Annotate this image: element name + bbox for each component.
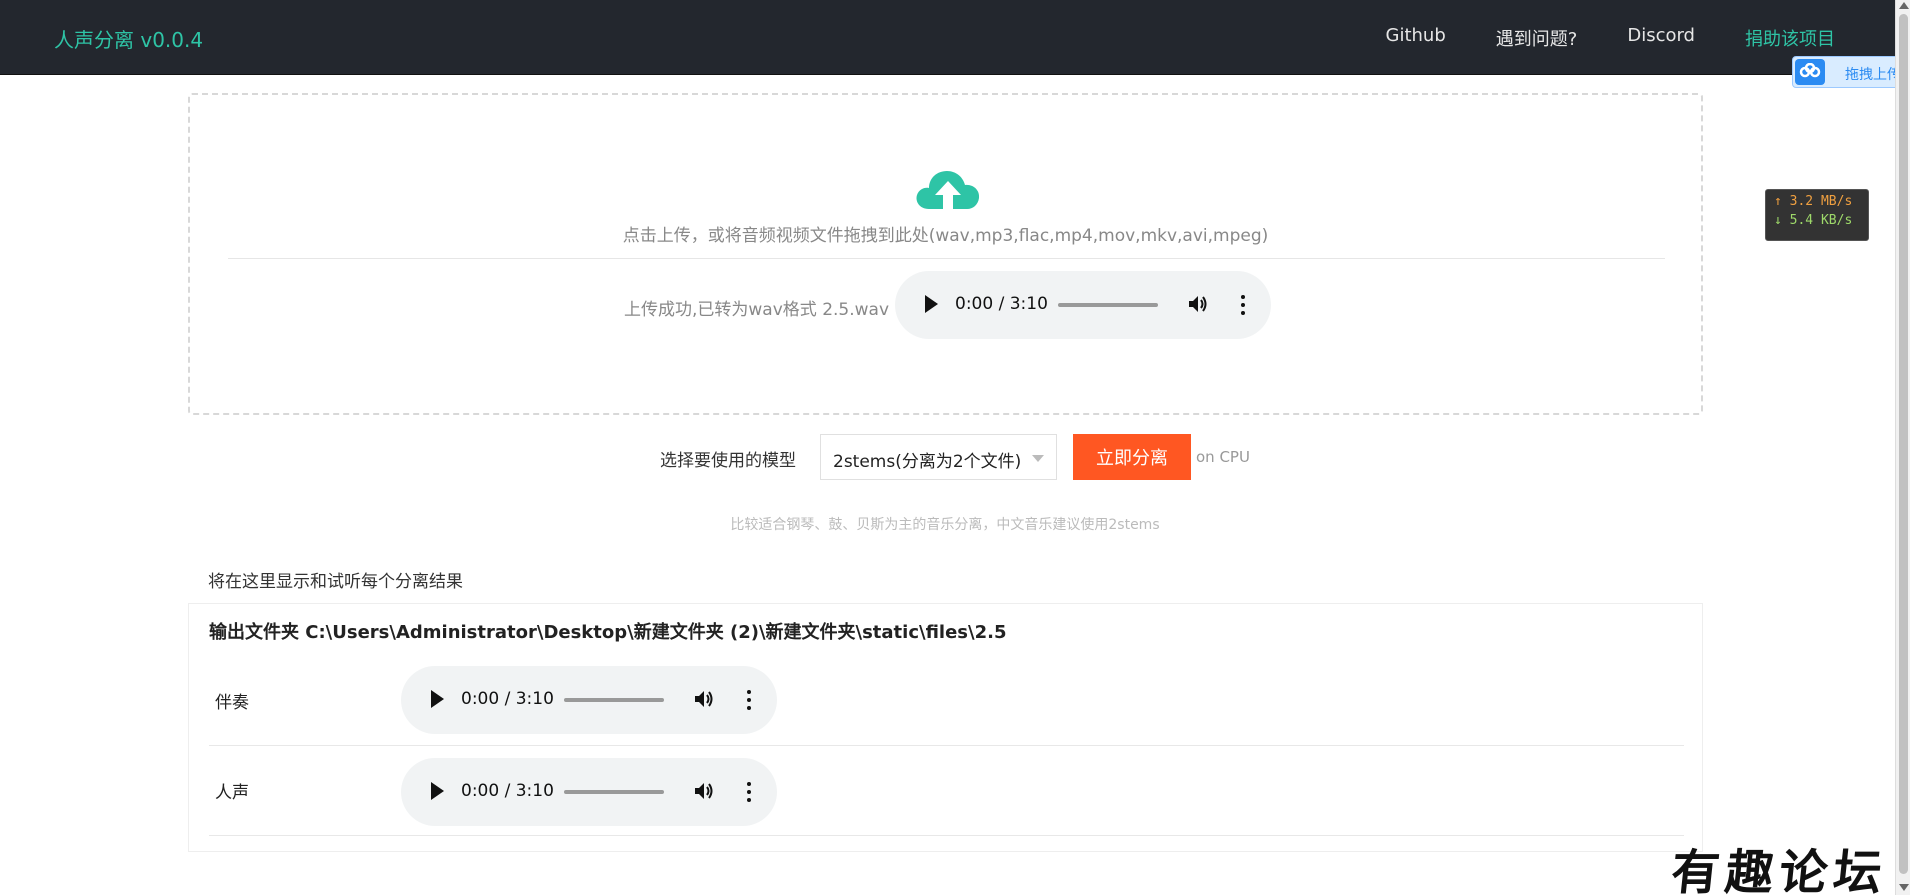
cloud-upload-icon — [915, 165, 981, 215]
separate-now-button[interactable]: 立即分离 — [1073, 434, 1191, 480]
track-name: 人声 — [215, 783, 249, 803]
model-select-value: 2stems(分离为2个文件) — [833, 452, 1022, 472]
volume-icon[interactable] — [693, 780, 715, 806]
top-navbar: 人声分离 v0.0.4 Github 遇到问题? Discord 捐助该项目 — [0, 0, 1895, 75]
floating-drag-upload[interactable]: 拖拽上传 — [1792, 56, 1902, 88]
accompaniment-audio-player[interactable]: 0:00 / 3:10 — [401, 666, 777, 734]
more-options-icon[interactable] — [746, 780, 752, 804]
model-select-label: 选择要使用的模型 — [660, 451, 796, 471]
audio-time: 0:00 / 3:10 — [461, 781, 554, 801]
audio-time: 0:00 / 3:10 — [955, 294, 1048, 314]
play-icon[interactable] — [431, 690, 444, 708]
upload-dropzone[interactable]: 点击上传，或将音频视频文件拖拽到此处(wav,mp3,flac,mp4,mov,… — [188, 93, 1703, 415]
result-row-vocals: 人声 0:00 / 3:10 — [209, 746, 1684, 836]
track-name: 伴奏 — [215, 693, 249, 713]
network-speed-widget: ↑ 3.2 MB/s ↓ 5.4 KB/s — [1765, 189, 1869, 241]
download-speed: ↓ 5.4 KB/s — [1774, 213, 1853, 228]
device-label: on CPU — [1196, 448, 1250, 466]
more-options-icon[interactable] — [1240, 293, 1246, 317]
nav-link-github[interactable]: Github — [1386, 25, 1446, 51]
nav-link-donate[interactable]: 捐助该项目 — [1745, 25, 1835, 51]
audio-time: 0:00 / 3:10 — [461, 689, 554, 709]
upload-status-text: 上传成功,已转为wav格式 2.5.wav — [624, 300, 890, 320]
cloud-share-icon — [1795, 59, 1825, 85]
upload-hint-text: 点击上传，或将音频视频文件拖拽到此处(wav,mp3,flac,mp4,mov,… — [622, 226, 1269, 246]
audio-seek-bar[interactable] — [1058, 303, 1158, 307]
results-header-text: 将在这里显示和试听每个分离结果 — [208, 572, 463, 592]
nav-link-discord[interactable]: Discord — [1627, 25, 1695, 51]
output-folder-path: 输出文件夹 C:\Users\Administrator\Desktop\新建文… — [209, 622, 1007, 643]
result-row-accompaniment: 伴奏 0:00 / 3:10 — [209, 656, 1684, 746]
play-icon[interactable] — [431, 782, 444, 800]
audio-seek-bar[interactable] — [564, 698, 664, 702]
floating-upload-label: 拖拽上传 — [1845, 67, 1901, 83]
nav-link-issues[interactable]: 遇到问题? — [1496, 25, 1578, 51]
audio-seek-bar[interactable] — [564, 790, 664, 794]
results-header: 将在这里显示和试听每个分离结果 — [188, 552, 1703, 604]
vocals-audio-player[interactable]: 0:00 / 3:10 — [401, 758, 777, 826]
model-hint-text: 比较适合钢琴、鼓、贝斯为主的音乐分离，中文音乐建议使用2stems — [730, 517, 1160, 533]
page-scrollbar[interactable] — [1895, 0, 1910, 895]
dropzone-divider — [228, 258, 1665, 259]
volume-icon[interactable] — [1187, 293, 1209, 319]
upload-speed: ↑ 3.2 MB/s — [1774, 194, 1853, 209]
uploaded-audio-player[interactable]: 0:00 / 3:10 — [895, 271, 1271, 339]
forum-watermark: 有趣论坛 — [1668, 845, 1891, 895]
brand-title[interactable]: 人声分离 v0.0.4 — [54, 24, 203, 53]
play-icon[interactable] — [925, 295, 938, 313]
scroll-up-arrow-icon[interactable] — [1899, 2, 1909, 9]
model-select[interactable]: 2stems(分离为2个文件) — [820, 434, 1057, 480]
nav-links: Github 遇到问题? Discord 捐助该项目 — [1386, 25, 1835, 51]
scroll-thumb[interactable] — [1899, 14, 1908, 874]
results-panel: 输出文件夹 C:\Users\Administrator\Desktop\新建文… — [188, 604, 1703, 852]
chevron-down-icon — [1032, 455, 1044, 462]
more-options-icon[interactable] — [746, 688, 752, 712]
scroll-down-arrow-icon[interactable] — [1899, 884, 1909, 891]
volume-icon[interactable] — [693, 688, 715, 714]
